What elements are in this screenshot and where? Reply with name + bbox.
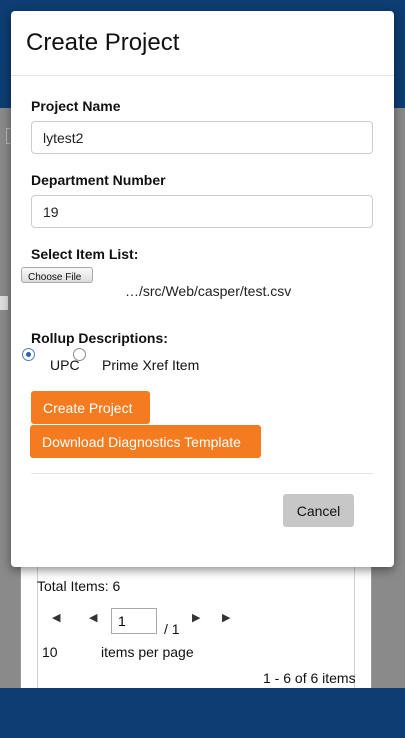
rollup-upc-radio[interactable] [22,348,35,361]
rollup-descriptions-label: Rollup Descriptions: [31,330,168,346]
create-project-button[interactable]: Create Project [31,391,150,424]
next-page-icon[interactable]: ▶ [192,611,200,624]
create-project-dialog: Create Project Project Name Department N… [11,11,394,567]
page-number-input[interactable] [111,608,157,634]
first-page-icon[interactable]: ◀​ [52,611,60,624]
select-item-list-label: Select Item List: [31,246,139,262]
choose-file-button[interactable]: Choose File [21,267,93,283]
dialog-header-divider [11,75,394,76]
background-control [0,296,8,310]
page-count-label: / 1 [164,621,180,637]
download-diagnostics-template-button[interactable]: Download Diagnostics Template [30,425,261,458]
cancel-button[interactable]: Cancel [283,494,354,527]
rollup-prime-xref-label: Prime Xref Item [102,357,200,373]
app-footer-bar [0,688,405,738]
total-items-label: Total Items: 6 [37,578,121,594]
dialog-title: Create Project [26,29,180,56]
project-name-input[interactable] [31,121,373,154]
project-name-label: Project Name [31,98,121,114]
last-page-icon[interactable]: ▶​ [222,611,230,624]
dialog-footer-divider [31,473,373,474]
item-range-label: 1 - 6 of 6 items [263,670,356,686]
department-number-label: Department Number [31,172,166,188]
selected-file-name: …/src/Web/casper/test.csv [125,283,292,299]
rollup-prime-xref-radio[interactable] [73,348,86,361]
prev-page-icon[interactable]: ◀ [89,611,97,624]
department-number-input[interactable] [31,195,373,228]
per-page-select[interactable]: 10 [42,644,58,660]
per-page-label: items per page [101,644,194,660]
